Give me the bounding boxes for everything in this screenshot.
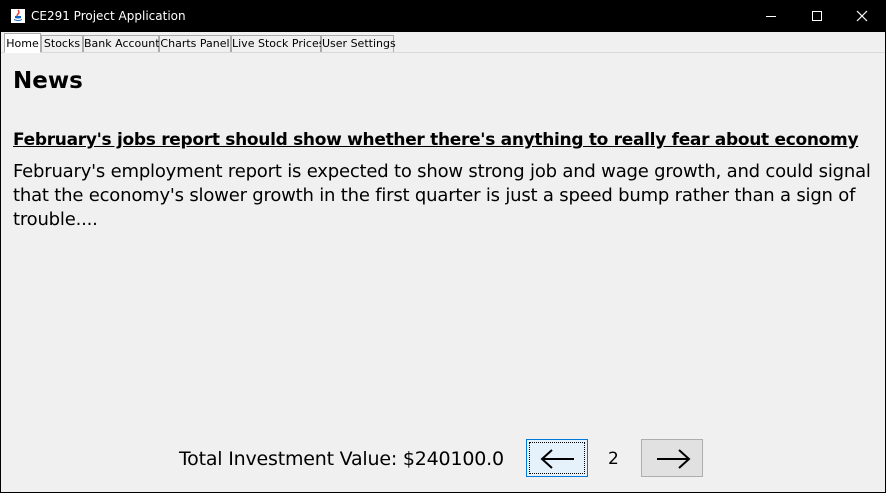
tab-stocks[interactable]: Stocks — [41, 35, 83, 52]
previous-news-button[interactable] — [526, 439, 588, 477]
minimize-icon — [766, 16, 776, 17]
close-icon — [856, 10, 868, 22]
tab-home[interactable]: Home — [4, 33, 41, 53]
tab-charts-panel[interactable]: Charts Panel — [159, 35, 231, 52]
next-news-button[interactable] — [641, 439, 703, 477]
home-panel: News February's jobs report should show … — [1, 53, 885, 492]
minimize-button[interactable] — [748, 1, 794, 31]
news-summary: February's employment report is expected… — [13, 161, 871, 230]
maximize-icon — [812, 11, 822, 21]
maximize-button[interactable] — [794, 1, 840, 31]
client-area: Home Stocks Bank Account Charts Panel Li… — [1, 32, 885, 492]
close-button[interactable] — [839, 1, 885, 31]
tab-bank-account[interactable]: Bank Account — [83, 35, 160, 52]
title-bar[interactable]: CE291 Project Application — [1, 1, 885, 31]
news-headline: February's jobs report should show wheth… — [13, 130, 859, 150]
java-app-icon — [10, 8, 26, 24]
news-heading: News — [13, 68, 83, 94]
arrow-right-icon — [657, 449, 691, 469]
total-investment-value: Total Investment Value: $240100.0 — [179, 448, 504, 470]
tab-strip: Home Stocks Bank Account Charts Panel Li… — [1, 32, 885, 53]
application-window: CE291 Project Application Home Stocks Ba… — [0, 0, 886, 493]
tab-live-stock-prices[interactable]: Live Stock Prices — [231, 35, 324, 52]
arrow-left-icon — [540, 449, 574, 469]
window-title: CE291 Project Application — [31, 9, 186, 23]
tab-user-settings[interactable]: User Settings — [321, 35, 396, 52]
page-number: 2 — [608, 449, 619, 469]
